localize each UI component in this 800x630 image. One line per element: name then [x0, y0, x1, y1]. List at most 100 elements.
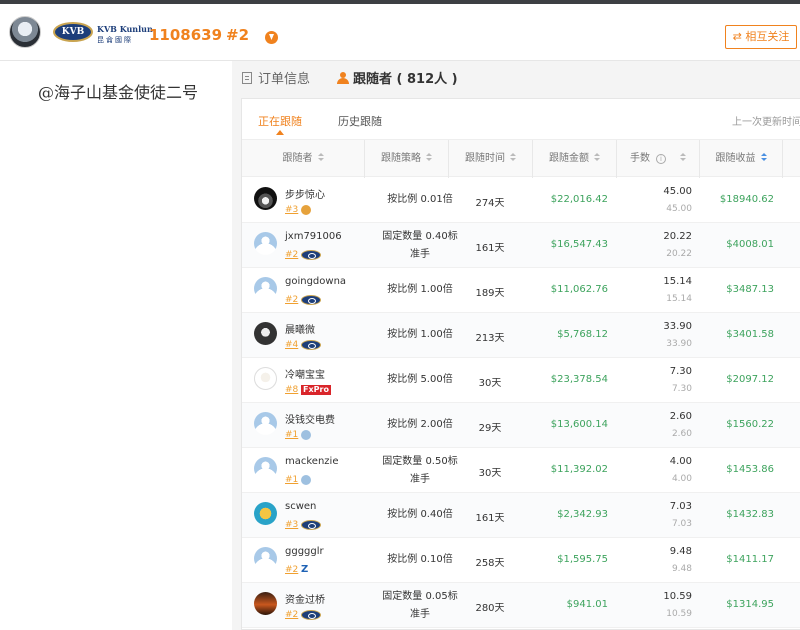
follow-time: 30天 — [478, 468, 502, 479]
follower-name[interactable]: goingdowna — [285, 276, 346, 287]
follower-name[interactable]: jxm791006 — [285, 231, 342, 242]
follower-avatar[interactable] — [254, 187, 277, 210]
follow-profit: $1411.17 — [726, 554, 774, 565]
col-profit-label: 跟随收益 — [715, 153, 756, 164]
follower-name[interactable]: ggggglr — [285, 546, 324, 557]
follow-amount: $11,392.02 — [550, 464, 608, 475]
follower-name[interactable]: 没钱交电费 — [285, 411, 335, 426]
table-row[interactable]: 晨曦微 #4 按比例 1.00倍 213天 $5,768.12 33.90 33.90 $34… — [242, 313, 800, 358]
lots-secondary: 45.00 — [666, 204, 692, 214]
table-row[interactable]: scwen #3 按比例 0.40倍 161天 $2,342.93 7.03 7.03 $14… — [242, 493, 800, 538]
follower-rank[interactable]: #2 — [285, 250, 298, 260]
follow-strategy: 固定数量 0.40标准手 — [382, 231, 458, 260]
follower-rank[interactable]: #2 — [285, 610, 298, 620]
table-row[interactable]: ggggglr #2 Z 按比例 0.10倍 258天 $1,595.75 9.48 9.48… — [242, 538, 800, 583]
lots-secondary: 2.60 — [671, 429, 692, 439]
follow-amount: $1,595.75 — [557, 554, 608, 565]
follow-strategy: 固定数量 0.50标准手 — [382, 456, 458, 485]
table-row[interactable]: 步步惊心 #3 按比例 0.01倍 274天 $22,016.42 45.00 45.00 $… — [242, 178, 800, 223]
follower-name[interactable]: mackenzie — [285, 456, 338, 467]
follower-avatar[interactable] — [254, 412, 277, 435]
table-row[interactable]: 没钱交电费 #1 按比例 2.00倍 29天 $13,600.14 2.60 2.60 $15… — [242, 403, 800, 448]
follower-rank[interactable]: #8 — [285, 385, 298, 395]
follow-profit: $3401.58 — [726, 329, 774, 340]
lots-secondary: 33.90 — [666, 339, 692, 349]
follow-profit: $1314.95 — [726, 599, 774, 610]
follower-rank[interactable]: #1 — [285, 475, 298, 485]
account-id: 1108639 — [149, 26, 223, 44]
follower-avatar[interactable] — [254, 547, 277, 570]
follow-amount: $11,062.76 — [550, 284, 608, 295]
lots-secondary: 20.22 — [666, 249, 692, 259]
tab-order-info[interactable]: 订单信息 — [242, 68, 310, 87]
lots-secondary: 9.48 — [671, 564, 692, 574]
follower-avatar[interactable] — [254, 457, 277, 480]
follower-rank[interactable]: #1 — [285, 430, 298, 440]
col-time[interactable]: 跟随时间 — [449, 140, 533, 178]
follower-rank[interactable]: #4 — [285, 340, 298, 350]
follower-rank[interactable]: #2 — [285, 295, 298, 305]
follow-time: 161天 — [475, 243, 505, 254]
table-row[interactable]: 冷嘲宝宝 #8 FxPro 按比例 5.00倍 30天 $23,378.54 7.30 7.3… — [242, 358, 800, 403]
col-strategy[interactable]: 跟随策略 — [365, 140, 449, 178]
follow-amount: $5,768.12 — [557, 329, 608, 340]
tab-followers[interactable]: 跟随者 ( 812人 ) — [337, 68, 458, 87]
sort-icon — [594, 153, 600, 162]
follower-avatar[interactable] — [254, 502, 277, 525]
lots-value: 33.90 — [663, 321, 692, 332]
follow-time: 189天 — [475, 288, 505, 299]
col-lots[interactable]: 手数 i — [617, 140, 700, 178]
table-row[interactable]: mackenzie #1 固定数量 0.50标准手 30天 $11,392.02 4.00… — [242, 448, 800, 493]
follower-rank[interactable]: #2 — [285, 565, 298, 575]
trader-avatar[interactable] — [9, 16, 41, 48]
subtab-current-following[interactable]: 正在跟随 — [258, 113, 302, 135]
follower-avatar[interactable] — [254, 232, 277, 255]
tab-followers-label: 跟随者 ( 812人 ) — [353, 72, 458, 87]
follow-profit: $18940.62 — [719, 194, 774, 205]
table-header: 跟随者 跟随策略 跟随时间 跟随金额 手数 i 跟随收益 — [242, 139, 800, 178]
follow-time: 213天 — [475, 333, 505, 344]
sort-icon — [317, 153, 324, 162]
follower-rank[interactable]: #3 — [285, 520, 298, 530]
follower-name[interactable]: 步步惊心 — [285, 186, 325, 201]
mutual-follow-button[interactable]: ⇄ 相互关注 — [725, 25, 797, 49]
subtab-history-following[interactable]: 历史跟随 — [338, 113, 382, 129]
document-icon — [242, 72, 252, 84]
follow-amount: $22,016.42 — [550, 194, 608, 205]
broker-badge-icon: FxPro — [301, 385, 331, 395]
col-strategy-label: 跟随策略 — [381, 153, 421, 164]
follower-name[interactable]: scwen — [285, 501, 316, 512]
follower-rank[interactable]: #3 — [285, 205, 298, 215]
rank-label: #2 — [226, 26, 250, 44]
info-icon[interactable]: i — [656, 154, 666, 164]
broker-badge-icon — [301, 250, 321, 260]
follow-amount: $16,547.43 — [550, 239, 608, 250]
follower-avatar[interactable] — [254, 322, 277, 345]
col-profit[interactable]: 跟随收益 — [700, 140, 783, 178]
follower-name[interactable]: 冷嘲宝宝 — [285, 366, 325, 381]
table-row[interactable]: jxm791006 #2 固定数量 0.40标准手 161天 $16,547.43 20.… — [242, 223, 800, 268]
col-amount-label: 跟随金额 — [549, 153, 589, 164]
follower-avatar[interactable] — [254, 277, 277, 300]
lots-secondary: 15.14 — [666, 294, 692, 304]
broker-logo: KVB — [53, 22, 93, 42]
followers-panel: 正在跟随 历史跟随 上一次更新时间 跟随者 跟随策略 跟随时间 跟随金额 手数 i… — [241, 98, 800, 630]
table-row[interactable]: goingdowna #2 按比例 1.00倍 189天 $11,062.76 15.14… — [242, 268, 800, 313]
follower-name[interactable]: 晨曦微 — [285, 321, 315, 336]
lots-value: 7.03 — [669, 501, 692, 512]
follower-name[interactable]: 资金过桥 — [285, 591, 325, 606]
table-row[interactable]: 资金过桥 #2 固定数量 0.05标准手 280天 $941.01 10.59 10.59 $… — [242, 583, 800, 628]
broker-badge-icon — [301, 295, 321, 305]
trader-nickname: @海子山基金使徒二号 — [38, 83, 199, 102]
col-amount[interactable]: 跟随金额 — [533, 140, 617, 178]
lots-value: 15.14 — [663, 276, 692, 287]
follower-avatar[interactable] — [254, 592, 277, 615]
follower-avatar[interactable] — [254, 367, 277, 390]
follow-profit: $3487.13 — [726, 284, 774, 295]
last-update-label: 上一次更新时间 — [732, 117, 800, 128]
follow-amount: $23,378.54 — [550, 374, 608, 385]
broker-name-en: KVB Kunlun — [97, 24, 153, 34]
col-follower[interactable]: 跟随者 — [242, 140, 365, 178]
broker-badge-icon — [301, 340, 321, 350]
sort-icon — [426, 153, 432, 162]
